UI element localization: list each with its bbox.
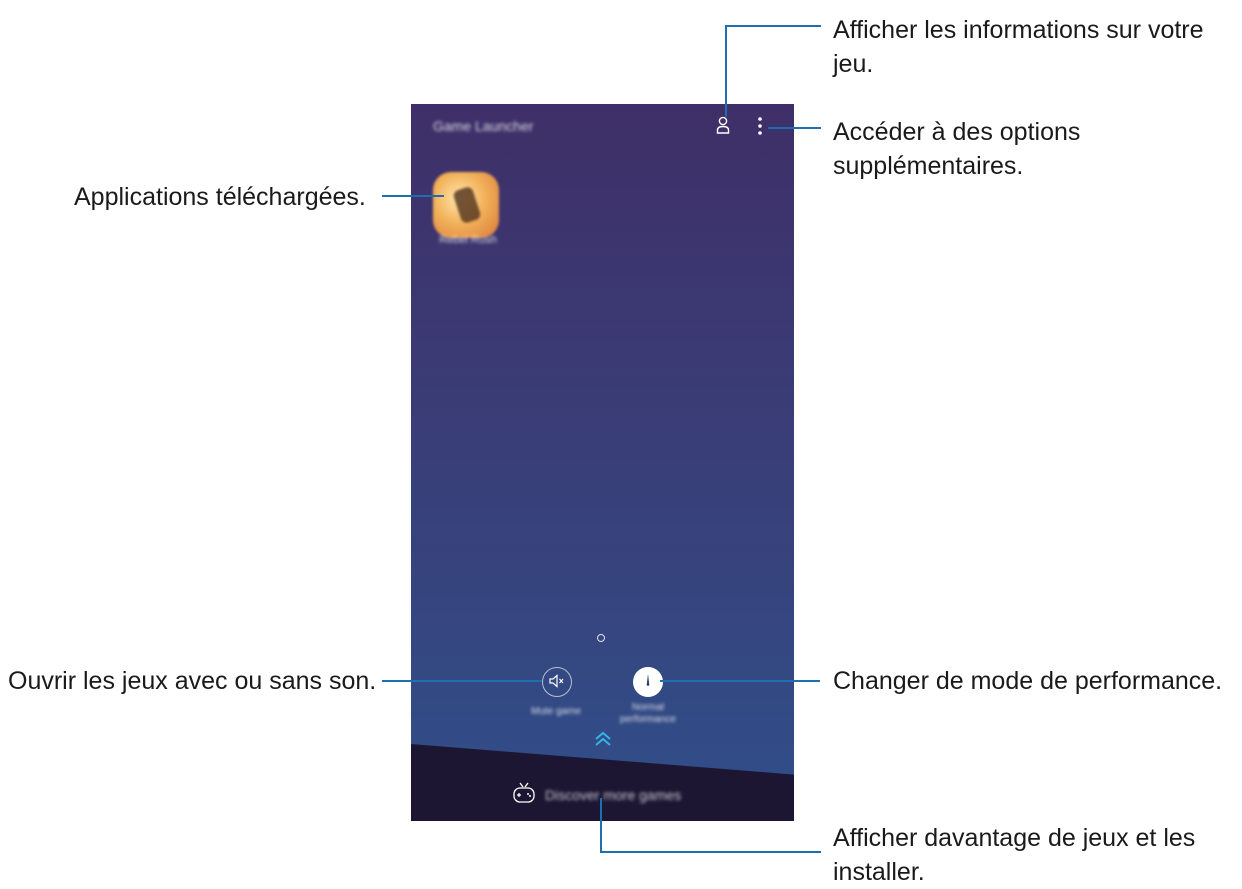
chevron-up-icon[interactable] — [591, 728, 615, 750]
performance-label: Normal performance — [619, 702, 677, 725]
mute-label: Mute game — [530, 706, 582, 717]
callout-game-info: Afficher les informations sur votre jeu. — [833, 16, 1204, 78]
callout-line-downloaded-apps — [382, 195, 444, 197]
callout-more-options: Accéder à des options supplémentaires. — [833, 118, 1081, 180]
callout-line-sound — [382, 680, 542, 682]
page-indicator — [597, 634, 605, 642]
game-launcher-screen: Game Launcher Rebel Rush Mute game Norma… — [411, 104, 794, 821]
callout-line-performance — [660, 680, 820, 682]
app-title: Game Launcher — [433, 118, 534, 134]
app-label: Rebel Rush — [439, 234, 497, 246]
callout-sound: Ouvrir les jeux avec ou sans son. — [8, 667, 377, 695]
callout-line-discover-drop — [600, 798, 602, 852]
gamepad-icon[interactable] — [511, 780, 537, 806]
callout-discover: Afficher davantage de jeux et les instal… — [833, 824, 1196, 886]
callout-line-game-info-drop — [725, 25, 727, 117]
callout-downloaded-apps: Applications téléchargées. — [74, 183, 366, 211]
discover-label[interactable]: Discover more games — [545, 787, 681, 803]
callout-line-more-options — [768, 127, 821, 129]
callout-performance: Changer de mode de performance. — [833, 667, 1223, 695]
rebel-rush-app-icon[interactable] — [433, 172, 499, 238]
mute-button[interactable] — [542, 667, 572, 697]
performance-button[interactable] — [633, 667, 663, 697]
profile-icon[interactable] — [716, 116, 730, 134]
more-options-icon[interactable] — [757, 116, 763, 136]
callout-line-discover — [600, 851, 821, 853]
performance-icon — [646, 674, 650, 686]
callout-line-game-info — [725, 25, 821, 27]
discover-bar[interactable] — [411, 744, 794, 821]
mute-icon — [549, 674, 564, 688]
